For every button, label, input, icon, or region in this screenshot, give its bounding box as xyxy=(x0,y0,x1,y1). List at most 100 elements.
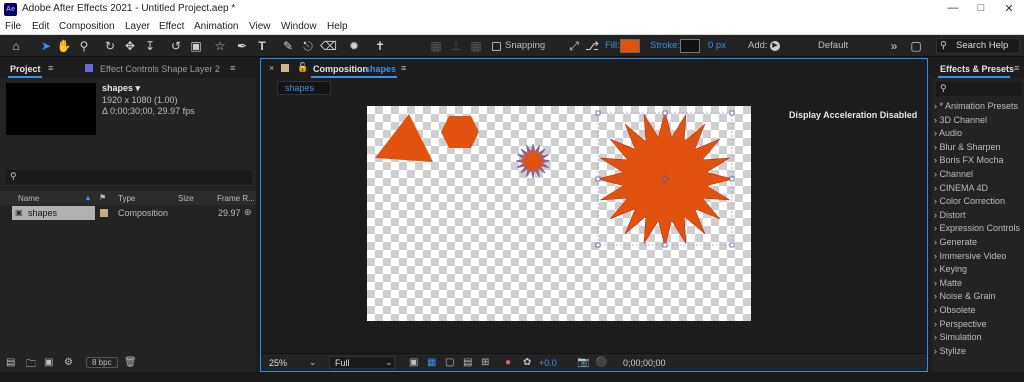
pan-camera-icon[interactable]: ✥ xyxy=(122,38,138,54)
menu-edit[interactable]: Edit xyxy=(32,21,49,32)
toggle-mask-icon[interactable]: ⊞ xyxy=(481,357,489,368)
transform-handle[interactable] xyxy=(729,110,735,116)
menu-help[interactable]: Help xyxy=(327,21,348,32)
roto-brush-tool-icon[interactable]: ✹ xyxy=(346,38,362,54)
menu-layer[interactable]: Layer xyxy=(125,21,150,32)
column-type[interactable]: Type xyxy=(118,194,135,203)
effects-search-input[interactable] xyxy=(936,82,1022,96)
effects-category-item[interactable]: › Channel xyxy=(934,169,973,179)
effects-panel-menu-icon[interactable]: ≡ xyxy=(1014,63,1019,73)
effects-category-item[interactable]: › Matte xyxy=(934,278,962,288)
comp-panel-menu-icon[interactable]: ≡ xyxy=(401,63,406,73)
dolly-camera-icon[interactable]: ↧ xyxy=(142,38,158,54)
puppet-pin-tool-icon[interactable]: ✝ xyxy=(372,38,388,54)
workspace-menu-icon[interactable]: » xyxy=(886,38,902,54)
star-tool-icon[interactable]: ☆ xyxy=(212,38,228,54)
sort-arrow-icon[interactable]: ▲ xyxy=(84,193,92,202)
column-size[interactable]: Size xyxy=(178,194,194,203)
transform-handle[interactable] xyxy=(595,110,601,116)
project-item-name[interactable]: shapes ▾ xyxy=(102,83,140,94)
effect-controls-menu-icon[interactable]: ≡ xyxy=(230,63,235,73)
stroke-color-swatch[interactable] xyxy=(680,39,700,53)
new-composition-icon[interactable]: ▣ xyxy=(44,357,53,368)
small-star-shape[interactable] xyxy=(515,143,551,179)
effects-category-item[interactable]: › * Animation Presets xyxy=(934,101,1018,111)
clone-stamp-tool-icon[interactable]: ⎋ xyxy=(300,38,316,54)
effects-category-item[interactable]: › Noise & Grain xyxy=(934,291,996,301)
zoom-tool-icon[interactable]: ⚲ xyxy=(76,38,92,54)
project-settings-icon[interactable]: ⚙ xyxy=(64,357,73,368)
anchor-point-tool-icon[interactable]: ▣ xyxy=(188,38,204,54)
snapshot-icon[interactable]: 📷 xyxy=(577,357,589,368)
row-label-color[interactable] xyxy=(100,209,108,217)
effects-category-item[interactable]: › Perspective xyxy=(934,319,987,329)
snapping-checkbox[interactable] xyxy=(492,42,501,51)
grid-guides-icon[interactable]: ▤ xyxy=(463,357,472,368)
transform-handle[interactable] xyxy=(729,176,735,182)
transform-handle[interactable] xyxy=(662,110,668,116)
comp-canvas[interactable] xyxy=(367,106,751,321)
flowchart-icon[interactable]: ⊛ xyxy=(244,207,252,218)
orbit-camera-icon[interactable]: ↻ xyxy=(102,38,118,54)
close-panel-icon[interactable]: × xyxy=(269,63,274,73)
effects-category-item[interactable]: › Distort xyxy=(934,210,966,220)
effects-category-item[interactable]: › Stylize xyxy=(934,346,966,356)
transform-handle[interactable] xyxy=(729,242,735,248)
label-tag-icon[interactable]: ⚑ xyxy=(99,193,106,202)
fill-color-swatch[interactable] xyxy=(620,39,640,53)
region-of-interest-icon[interactable]: ▢ xyxy=(445,357,454,368)
effects-category-item[interactable]: › CINEMA 4D xyxy=(934,183,988,193)
hand-tool-icon[interactable]: ✋ xyxy=(56,38,72,54)
menu-window[interactable]: Window xyxy=(281,21,317,32)
close-icon[interactable]: ✕ xyxy=(994,2,1024,17)
project-panel-menu-icon[interactable]: ≡ xyxy=(48,63,53,73)
show-channel-icon[interactable]: ● xyxy=(505,357,511,368)
chevron-down-icon[interactable]: ⌄ xyxy=(309,357,317,368)
snap-edges-icon[interactable]: ⤢ xyxy=(566,38,582,54)
sync-settings-icon[interactable]: ▢ xyxy=(908,38,924,54)
effects-category-item[interactable]: › Keying xyxy=(934,264,967,274)
add-menu-button[interactable]: ▶ xyxy=(770,41,780,51)
type-tool-icon[interactable]: T xyxy=(254,38,270,54)
snap-features-icon[interactable]: ⎇ xyxy=(584,38,600,54)
effects-category-item[interactable]: › Blur & Sharpen xyxy=(934,142,1001,152)
selection-tool-icon[interactable]: ➤ xyxy=(38,38,54,54)
fast-previews-icon[interactable]: ▣ xyxy=(409,357,418,368)
triangle-shape[interactable] xyxy=(375,114,433,162)
column-frame-rate[interactable]: Frame R... xyxy=(217,194,255,203)
local-axis-icon[interactable]: ▦ xyxy=(428,38,444,54)
effects-category-item[interactable]: › Color Correction xyxy=(934,196,1005,206)
exposure-value[interactable]: +0.0 xyxy=(539,358,557,368)
menu-animation[interactable]: Animation xyxy=(194,21,238,32)
current-timecode[interactable]: 0;00;00;00 xyxy=(623,358,666,368)
effects-category-item[interactable]: › 3D Channel xyxy=(934,115,987,125)
effects-category-item[interactable]: › Audio xyxy=(934,128,962,138)
effects-category-item[interactable]: › Boris FX Mocha xyxy=(934,155,1004,165)
effects-category-item[interactable]: › Generate xyxy=(934,237,977,247)
tab-effect-controls[interactable]: Effect Controls Shape Layer 2 xyxy=(100,64,220,74)
column-name[interactable]: Name xyxy=(18,194,39,203)
menu-effect[interactable]: Effect xyxy=(159,21,184,32)
magnification-value[interactable]: 25% xyxy=(269,358,287,368)
interpret-footage-icon[interactable]: ▤ xyxy=(6,357,15,368)
trash-icon[interactable]: 🗑 xyxy=(124,357,137,368)
maximize-icon[interactable]: □ xyxy=(966,2,996,17)
transform-handle[interactable] xyxy=(662,242,668,248)
effects-category-item[interactable]: › Expression Controls xyxy=(934,223,1020,233)
transform-handle[interactable] xyxy=(595,242,601,248)
menu-file[interactable]: File xyxy=(5,21,21,32)
workspace-default[interactable]: Default xyxy=(818,40,848,51)
tab-project[interactable]: Project xyxy=(10,64,41,74)
tab-composition-prefix[interactable]: Composition xyxy=(313,64,368,74)
stroke-width-value[interactable]: 0 px xyxy=(708,40,726,51)
large-star-shape[interactable] xyxy=(596,110,734,248)
world-axis-icon[interactable]: ⊥ xyxy=(448,38,464,54)
menu-composition[interactable]: Composition xyxy=(59,21,115,32)
pen-tool-icon[interactable]: ✒ xyxy=(234,38,250,54)
effects-category-item[interactable]: › Immersive Video xyxy=(934,251,1006,261)
rotation-tool-icon[interactable]: ↺ xyxy=(168,38,184,54)
home-icon[interactable]: ⌂ xyxy=(8,38,24,54)
menu-view[interactable]: View xyxy=(249,21,271,32)
table-row[interactable]: ▣ shapes Composition 29.97 ⊛ xyxy=(0,206,256,220)
minimize-icon[interactable]: — xyxy=(938,2,968,17)
